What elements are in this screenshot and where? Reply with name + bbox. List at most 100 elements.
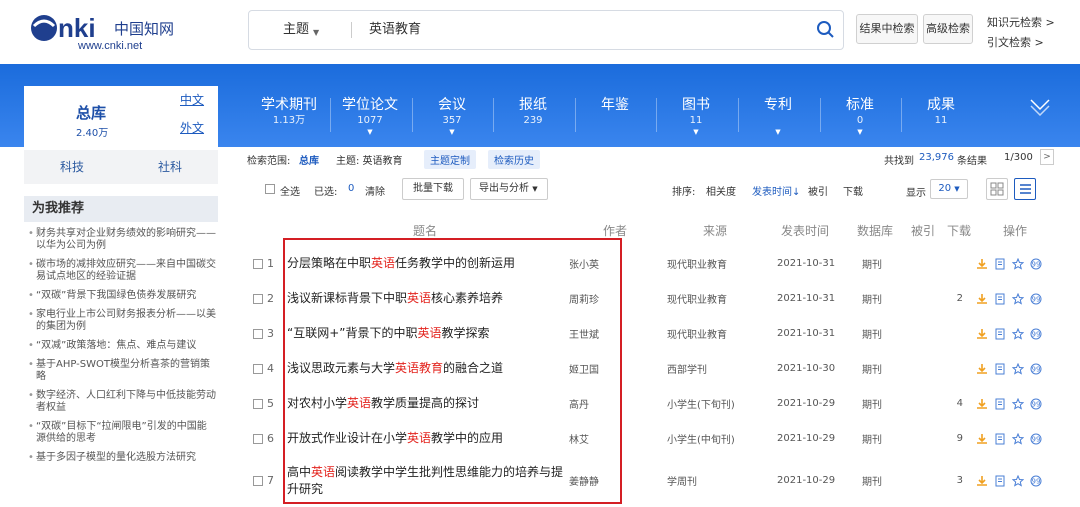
row-checkbox[interactable]: [253, 294, 263, 304]
sort-relevance[interactable]: 相关度: [706, 183, 736, 198]
nav-item-achievements[interactable]: 成果 11: [901, 96, 981, 128]
html-read-icon[interactable]: [994, 475, 1006, 487]
result-source[interactable]: 现代职业教育: [667, 316, 727, 351]
col-cited[interactable]: 被引: [911, 222, 935, 239]
quote-icon[interactable]: 99: [1030, 258, 1042, 270]
nav-item-standards[interactable]: 标准 0 ▼: [820, 96, 900, 137]
cnki-logo[interactable]: nki 中国知网 www.cnki.net: [28, 12, 198, 52]
recommend-item[interactable]: 基于AHP-SWOT模型分析喜茶的营销策略: [28, 359, 216, 383]
html-read-icon[interactable]: [994, 258, 1006, 270]
nav-item-newspaper[interactable]: 报纸 239: [493, 96, 573, 128]
quote-icon[interactable]: 99: [1030, 433, 1042, 445]
star-icon[interactable]: [1012, 397, 1024, 410]
page-size-select[interactable]: 20 ▼: [930, 179, 968, 199]
tab-social-science[interactable]: 社科: [122, 150, 218, 184]
quote-icon[interactable]: 99: [1030, 475, 1042, 487]
download-icon[interactable]: [976, 475, 988, 487]
download-icon[interactable]: [976, 293, 988, 305]
result-source[interactable]: 小学生(中旬刊): [667, 421, 735, 456]
sort-date[interactable]: 发表时间↓: [752, 183, 800, 198]
search-scope-select[interactable]: 主题: [283, 11, 309, 49]
col-source[interactable]: 来源: [703, 222, 727, 239]
html-read-icon[interactable]: [994, 398, 1006, 410]
knowledge-search-link[interactable]: 知识元检索 >: [987, 14, 1055, 30]
recommend-item[interactable]: 碳市场的减排效应研究——来自中国碳交易试点地区的经验证据: [28, 259, 216, 283]
download-icon[interactable]: [976, 328, 988, 340]
recommend-item[interactable]: “双碳”目标下“拉闸限电”引发的中国能源供给的思考: [28, 421, 216, 445]
result-source[interactable]: 小学生(下旬刊): [667, 386, 735, 421]
select-all-checkbox[interactable]: [265, 184, 275, 194]
foreign-link[interactable]: 外文: [180, 119, 204, 136]
result-source[interactable]: 西部学刊: [667, 351, 707, 386]
sort-download[interactable]: 下载: [843, 183, 863, 198]
col-title[interactable]: 题名: [413, 222, 437, 239]
star-icon[interactable]: [1012, 362, 1024, 375]
result-cited-count[interactable]: 2: [947, 281, 963, 316]
download-icon[interactable]: [976, 258, 988, 270]
grid-view-button[interactable]: [986, 178, 1008, 200]
result-cited-count[interactable]: [947, 246, 963, 281]
expand-chevron-icon[interactable]: [1028, 96, 1052, 117]
download-icon[interactable]: [976, 398, 988, 410]
result-source[interactable]: 现代职业教育: [667, 281, 727, 316]
nav-item-conference[interactable]: 会议 357 ▼: [412, 96, 492, 137]
export-analyze-button[interactable]: 导出与分析 ▼: [470, 178, 548, 200]
row-checkbox[interactable]: [253, 476, 263, 486]
recommend-item[interactable]: 家电行业上市公司财务报表分析——以美的集团为例: [28, 309, 216, 333]
star-icon[interactable]: [1012, 432, 1024, 445]
sort-cited[interactable]: 被引: [808, 183, 828, 198]
recommend-item[interactable]: 数字经济、人口红利下降与中低技能劳动者权益: [28, 390, 216, 414]
row-checkbox[interactable]: [253, 259, 263, 269]
search-input[interactable]: 英语教育: [369, 11, 421, 49]
star-icon[interactable]: [1012, 474, 1024, 487]
nav-item-journals[interactable]: 学术期刊 1.13万: [249, 96, 329, 128]
citation-search-link[interactable]: 引文检索 >: [987, 34, 1044, 50]
col-downloads[interactable]: 下载: [947, 222, 971, 239]
result-source[interactable]: 现代职业教育: [667, 246, 727, 281]
all-databases-tab[interactable]: 总库 2.40万 中文 外文: [24, 86, 218, 147]
quote-icon[interactable]: 99: [1030, 363, 1042, 375]
result-cited-count[interactable]: [947, 351, 963, 386]
batch-download-button[interactable]: 批量下载: [402, 178, 464, 200]
recommend-item[interactable]: 财务共享对企业财务绩效的影响研究——以华为公司为例: [28, 228, 216, 252]
nav-item-patents[interactable]: 专利-▼: [738, 96, 818, 137]
row-checkbox[interactable]: [253, 434, 263, 444]
search-button[interactable]: [807, 11, 845, 49]
topic-custom-tag[interactable]: 主题定制: [424, 150, 476, 169]
next-page-button[interactable]: >: [1040, 149, 1054, 165]
col-author[interactable]: 作者: [603, 222, 627, 239]
star-icon[interactable]: [1012, 327, 1024, 340]
row-checkbox[interactable]: [253, 329, 263, 339]
col-database[interactable]: 数据库: [857, 222, 893, 239]
result-cited-count[interactable]: 9: [947, 421, 963, 456]
nav-item-theses[interactable]: 学位论文 1077 ▼: [330, 96, 410, 137]
advanced-search-button[interactable]: 高级检索: [923, 14, 973, 44]
recommend-item[interactable]: 基于多因子模型的量化选股方法研究: [28, 452, 216, 464]
nav-item-books[interactable]: 图书 11 ▼: [656, 96, 736, 137]
quote-icon[interactable]: 99: [1030, 328, 1042, 340]
result-cited-count[interactable]: 4: [947, 386, 963, 421]
star-icon[interactable]: [1012, 257, 1024, 270]
download-icon[interactable]: [976, 433, 988, 445]
row-checkbox[interactable]: [253, 364, 263, 374]
download-icon[interactable]: [976, 363, 988, 375]
quote-icon[interactable]: 99: [1030, 293, 1042, 305]
html-read-icon[interactable]: [994, 363, 1006, 375]
recommend-item[interactable]: “双碳”背景下我国绿色债券发展研究: [28, 290, 216, 302]
html-read-icon[interactable]: [994, 293, 1006, 305]
star-icon[interactable]: [1012, 292, 1024, 305]
search-history-tag[interactable]: 检索历史: [488, 150, 540, 169]
list-view-button[interactable]: [1014, 178, 1036, 200]
search-within-results-button[interactable]: 结果中检索: [856, 14, 918, 44]
result-source[interactable]: 学周刊: [667, 457, 697, 504]
result-cited-count[interactable]: [947, 316, 963, 351]
html-read-icon[interactable]: [994, 433, 1006, 445]
row-checkbox[interactable]: [253, 399, 263, 409]
quote-icon[interactable]: 99: [1030, 398, 1042, 410]
chinese-link[interactable]: 中文: [180, 91, 204, 108]
clear-link[interactable]: 清除: [365, 183, 385, 198]
result-cited-count[interactable]: 3: [947, 457, 963, 504]
col-date[interactable]: 发表时间: [781, 222, 829, 239]
nav-item-yearbook[interactable]: 年鉴: [575, 96, 655, 114]
html-read-icon[interactable]: [994, 328, 1006, 340]
